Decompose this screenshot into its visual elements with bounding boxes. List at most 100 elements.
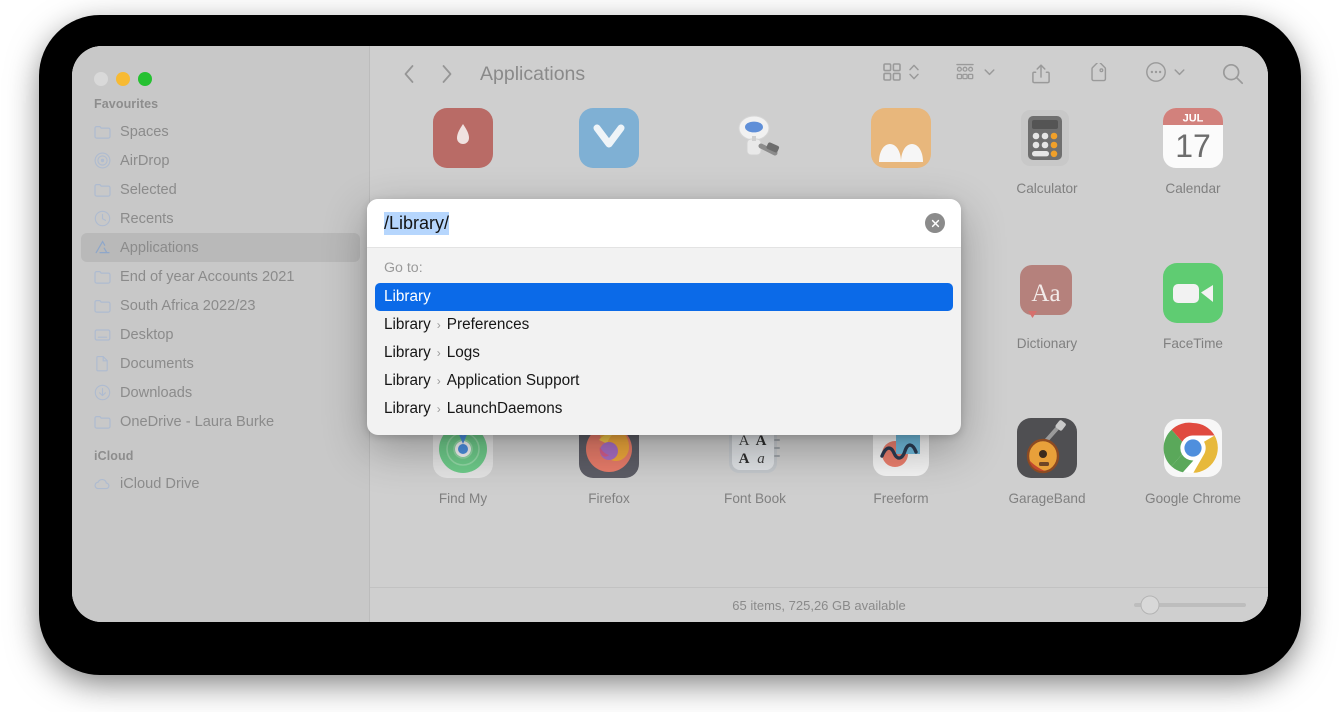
sidebar-item-icloud-drive[interactable]: iCloud Drive <box>81 469 360 498</box>
back-button[interactable] <box>390 59 428 89</box>
sidebar-item-downloads[interactable]: Downloads <box>81 378 360 407</box>
sidebar-item-onedrive-laura-burke[interactable]: OneDrive - Laura Burke <box>81 407 360 436</box>
goto-separator-icon: › <box>436 346 441 360</box>
svg-text:A: A <box>739 451 750 467</box>
folder-icon <box>94 123 111 140</box>
sidebar-item-label: Downloads <box>120 384 193 401</box>
goto-suggestion-row[interactable]: Library <box>375 283 953 311</box>
svg-text:a: a <box>757 451 765 467</box>
goto-path-field[interactable]: /Library/ <box>367 199 961 248</box>
goto-path-value: /Library/ <box>384 211 450 235</box>
search-button[interactable] <box>1220 61 1246 87</box>
sidebar-item-label: AirDrop <box>120 152 170 169</box>
goto-suggestion-row[interactable]: Library › Application Support <box>375 367 953 395</box>
sidebar-section-favourites: Favourites Spaces AirDrop Selected Recen… <box>72 84 369 436</box>
app-label: FaceTime <box>1163 336 1223 351</box>
more-control[interactable] <box>1144 60 1186 89</box>
tag-button[interactable] <box>1086 63 1110 85</box>
sidebar-item-desktop[interactable]: Desktop <box>81 320 360 349</box>
facetime-icon <box>1120 257 1266 329</box>
sidebar-item-airdrop[interactable]: AirDrop <box>81 146 360 175</box>
sidebar-item-label: End of year Accounts 2021 <box>120 268 295 285</box>
svg-text:17: 17 <box>1175 128 1211 164</box>
goto-suggestion-root: Library <box>384 344 431 361</box>
sidebar-item-selected[interactable]: Selected <box>81 175 360 204</box>
sidebar-item-applications[interactable]: Applications <box>81 233 360 262</box>
chevron-up-down-icon[interactable] <box>908 61 920 88</box>
share-button[interactable] <box>1030 62 1052 86</box>
page-title: Applications <box>480 62 586 85</box>
folder-icon <box>94 181 111 198</box>
airdrop-icon <box>94 152 111 169</box>
goto-suggestion-row[interactable]: Library › Preferences <box>375 311 953 339</box>
app-cell-calculator[interactable]: Calculator <box>974 102 1120 196</box>
status-bar: 65 items, 725,26 GB available <box>370 587 1268 622</box>
sidebar-item-recents[interactable]: Recents <box>81 204 360 233</box>
sidebar-item-label: Selected <box>120 181 177 198</box>
app-cell-dictionary[interactable]: Aa Dictionary <box>974 257 1120 351</box>
group-by-icon[interactable] <box>954 61 978 88</box>
calculator-icon <box>974 102 1120 174</box>
app-cell[interactable] <box>390 102 536 196</box>
goto-suggestion-root: Library <box>384 400 431 417</box>
sidebar-item-documents[interactable]: Documents <box>81 349 360 378</box>
view-control[interactable] <box>881 61 920 88</box>
folder-icon <box>94 413 111 430</box>
traffic-lights <box>72 46 369 86</box>
goto-suggestion-row[interactable]: Library › Logs <box>375 339 953 367</box>
icon-size-slider-knob[interactable] <box>1140 595 1160 615</box>
clock-icon <box>94 210 111 227</box>
sidebar-item-label: Recents <box>120 210 174 227</box>
goto-list-label: Go to: <box>384 260 423 276</box>
sidebar-item-south-africa-2022-23[interactable]: South Africa 2022/23 <box>81 291 360 320</box>
app-label: Google Chrome <box>1145 491 1241 506</box>
app-blue-icon <box>536 102 682 174</box>
app-label: Find My <box>438 491 488 506</box>
minimize-button[interactable] <box>116 72 130 86</box>
sidebar-item-spaces[interactable]: Spaces <box>81 117 360 146</box>
app-cell-facetime[interactable]: FaceTime <box>1120 257 1266 351</box>
clear-circle-x-icon[interactable] <box>925 213 945 233</box>
maximize-button[interactable] <box>138 72 152 86</box>
app-cell[interactable] <box>828 102 974 196</box>
automator-icon <box>682 102 828 174</box>
document-icon <box>94 355 111 372</box>
device-bezel: Favourites Spaces AirDrop Selected Recen… <box>42 18 1298 672</box>
close-button[interactable] <box>94 72 108 86</box>
sidebar-item-label: iCloud Drive <box>120 475 200 492</box>
app-cell-calendar[interactable]: JUL 17 Calendar <box>1120 102 1266 196</box>
app-label: Calculator <box>1016 181 1078 196</box>
goto-suggestion-row[interactable]: Library › LaunchDaemons <box>375 395 953 423</box>
app-cell[interactable] <box>536 102 682 196</box>
svg-text:A: A <box>739 433 750 449</box>
app-cell-garageband[interactable]: GarageBand <box>974 412 1120 506</box>
app-cell-google-chrome[interactable]: Google Chrome <box>1120 412 1266 506</box>
icon-size-slider[interactable] <box>1134 595 1246 615</box>
icon-view-grid-icon[interactable] <box>881 61 903 88</box>
sidebar-item-label: South Africa 2022/23 <box>120 297 256 314</box>
sidebar-item-label: Applications <box>120 239 199 256</box>
garageband-icon <box>974 412 1120 484</box>
app-label: GarageBand <box>1008 491 1086 506</box>
chrome-icon <box>1120 412 1266 484</box>
ellipsis-circle-icon[interactable] <box>1144 60 1168 89</box>
sidebar-item-end-of-year-accounts-2021[interactable]: End of year Accounts 2021 <box>81 262 360 291</box>
app-cell[interactable] <box>682 102 828 196</box>
sidebar: Favourites Spaces AirDrop Selected Recen… <box>72 46 369 622</box>
forward-button[interactable] <box>428 59 466 89</box>
dictionary-icon: Aa <box>974 257 1120 329</box>
goto-separator-icon: › <box>436 318 441 332</box>
sidebar-section-title: iCloud <box>94 449 134 463</box>
app-red-icon <box>390 102 536 174</box>
chevron-down-icon[interactable] <box>1173 61 1186 88</box>
goto-suggestion-root: Library <box>384 316 431 333</box>
desktop-icon <box>94 326 111 343</box>
goto-suggestion-child: Preferences <box>446 316 530 333</box>
sidebar-section-title: Favourites <box>94 97 159 111</box>
goto-folder-dialog: /Library/ Go to: Library Library › Prefe… <box>367 199 961 435</box>
goto-separator-icon: › <box>436 402 441 416</box>
chevron-down-icon[interactable] <box>983 61 996 88</box>
group-by-control[interactable] <box>954 61 996 88</box>
goto-path-input[interactable]: /Library/ <box>384 211 925 235</box>
svg-text:Aa: Aa <box>1031 280 1060 307</box>
